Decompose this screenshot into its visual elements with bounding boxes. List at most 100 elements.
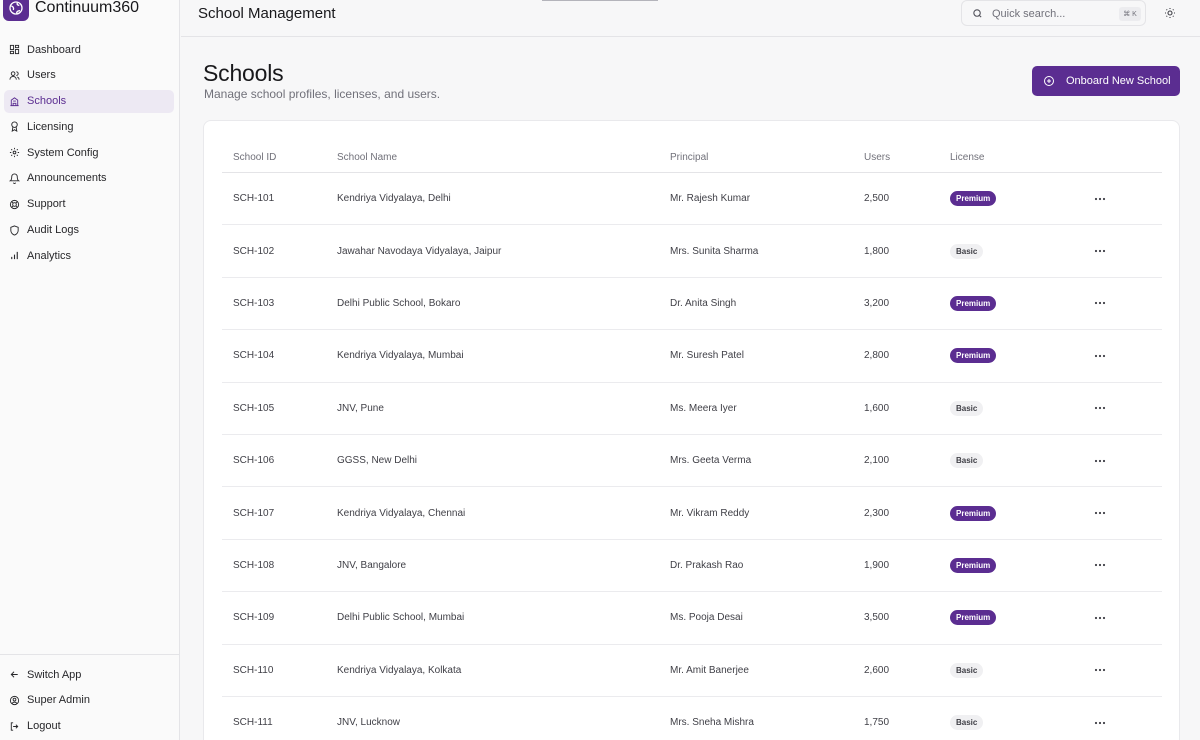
row-actions-button[interactable] [1085,197,1115,201]
cell-school-name: Kendriya Vidyalaya, Delhi [337,193,451,205]
table-row[interactable]: SCH-101 Kendriya Vidyalaya, Delhi Mr. Raje… [222,173,1162,226]
cell-school-id: SCH-111 [233,717,273,729]
table-row[interactable]: SCH-107 Kendriya Vidyalaya, Chennai Mr. Vi… [222,487,1162,540]
table-body: SCH-101 Kendriya Vidyalaya, Delhi Mr. Raje… [222,173,1162,740]
sidebar-item-announcements[interactable]: Announcements [4,167,174,190]
row-actions-button[interactable] [1085,406,1115,410]
license-badge: Premium [950,505,997,521]
cell-users: 2,100 [864,455,890,467]
sidebar-item-switch-app[interactable]: Switch App [4,663,174,686]
row-actions-button[interactable] [1085,563,1115,567]
table-row[interactable]: SCH-104 Kendriya Vidyalaya, Mumbai Mr. Sur… [222,330,1162,383]
row-actions-button[interactable] [1085,301,1115,305]
sidebar-item-support[interactable]: Support [4,193,174,216]
sidebar-item-super-admin[interactable]: Super Admin [4,689,174,712]
table-row[interactable]: SCH-103 Delhi Public School, Bokaro Dr. An… [222,278,1162,331]
more-horizontal-icon [1094,721,1106,724]
sidebar-item-label: Licensing [27,120,74,133]
cell-users: 1,900 [864,559,890,571]
sun-icon [1165,8,1175,18]
license-badge: Premium [950,348,997,364]
row-actions-button[interactable] [1085,354,1115,358]
table-row[interactable]: SCH-110 Kendriya Vidyalaya, Kolkata Mr. Am… [222,645,1162,697]
cell-school-name: Kendriya Vidyalaya, Chennai [337,507,466,519]
school-icon [10,96,19,106]
sidebar-item-audit-logs[interactable]: Audit Logs [4,219,174,242]
sidebar-item-schools[interactable]: Schools [4,89,174,113]
bell-icon [9,173,20,184]
row-actions-button[interactable] [1085,721,1115,725]
onboard-new-school-button[interactable]: Onboard New School [1032,66,1180,96]
table-row[interactable]: SCH-105 JNV, Pune Ms. Meera Iyer 1,600 Basic [222,383,1162,435]
lifebuoy-icon [9,199,20,209]
page-title: Schools [203,60,284,86]
row-actions-button[interactable] [1085,249,1115,253]
more-horizontal-icon [1094,511,1106,515]
plus-circle-icon [1044,76,1054,86]
license-badge: Premium [950,295,997,311]
cell-school-id: SCH-109 [233,612,275,624]
cell-principal: Dr. Prakash Rao [670,559,744,571]
more-horizontal-icon [1094,249,1106,253]
theme-toggle-button[interactable] [1163,6,1177,20]
sidebar-item-dashboard[interactable]: Dashboard [4,38,174,61]
users-icon [9,71,20,80]
sidebar-item-label: Users [27,69,56,82]
bar-chart-icon [11,252,18,260]
cell-license: Basic [950,400,1085,416]
cell-school-name: Delhi Public School, Mumbai [337,612,465,624]
cell-principal: Mrs. Sunita Sharma [670,245,759,257]
sidebar-item-label: Dashboard [27,43,81,56]
cell-school-name: GGSS, New Delhi [337,455,418,467]
more-horizontal-icon [1094,407,1106,410]
cell-principal: Mr. Suresh Patel [670,350,744,362]
table-row[interactable]: SCH-111 JNV, Lucknow Mrs. Sneha Mishra 1,75… [222,697,1162,740]
brand[interactable]: Continuum360 [3,0,139,22]
row-actions-button[interactable] [1085,511,1115,515]
search-input[interactable] [992,5,1092,22]
row-actions-button[interactable] [1085,616,1115,620]
sidebar-item-users[interactable]: Users [4,64,174,87]
globe-icon [3,0,29,21]
table-header: School ID School Name Principal Users Li… [222,143,1162,173]
user-circle-icon [9,695,20,705]
cell-license: Premium [950,610,1085,626]
cell-school-id: SCH-110 [233,664,274,676]
table-row[interactable]: SCH-102 Jawahar Navodaya Vidyalaya, Jaipu… [222,225,1162,278]
cell-school-name: Jawahar Navodaya Vidyalaya, Jaipur [337,245,502,257]
license-badge: Premium [950,610,997,626]
cell-license: Premium [950,557,1085,573]
sidebar-item-system-config[interactable]: System Config [4,141,174,164]
sidebar-nav: Dashboard Users Schools Licensing System… [4,38,174,270]
cell-school-id: SCH-103 [233,297,275,309]
sidebar-item-label: Announcements [27,172,107,185]
table-row[interactable]: SCH-108 JNV, Bangalore Dr. Prakash Rao 1,90… [222,540,1162,593]
sidebar-divider [0,654,180,655]
sidebar-item-analytics[interactable]: Analytics [4,244,174,267]
search-shortcut-badge: ⌘ K [1119,7,1141,21]
license-badge: Basic [950,243,984,259]
sidebar-item-logout[interactable]: Logout [4,715,174,738]
shield-icon [10,225,19,236]
gear-icon [9,148,20,158]
sidebar-item-label: System Config [27,146,99,159]
table-row[interactable]: SCH-106 GGSS, New Delhi Mrs. Geeta Verma 2,… [222,435,1162,488]
sidebar: Continuum360 Dashboard Users Schools Lic… [0,0,180,740]
cell-license: Basic [950,243,1085,259]
arrow-left-icon [10,671,18,678]
cell-license: Premium [950,348,1085,364]
cell-users: 3,200 [864,297,890,309]
quick-search[interactable]: ⌘ K [961,0,1146,26]
sidebar-item-licensing[interactable]: Licensing [4,115,174,138]
cell-school-name: JNV, Bangalore [337,559,407,571]
sidebar-item-label: Super Admin [27,694,90,707]
row-actions-button[interactable] [1085,459,1115,463]
row-actions-button[interactable] [1085,668,1115,672]
table-row[interactable]: SCH-109 Delhi Public School, Mumbai Ms. Po… [222,592,1162,645]
cell-license: Premium [950,505,1085,521]
cell-principal: Mr. Rajesh Kumar [670,193,751,205]
header-title: School Management [198,5,336,22]
page-subtitle: Manage school profiles, licenses, and us… [204,87,441,101]
cell-school-name: Kendriya Vidyalaya, Kolkata [337,664,462,676]
cell-principal: Mr. Amit Banerjee [670,664,749,676]
